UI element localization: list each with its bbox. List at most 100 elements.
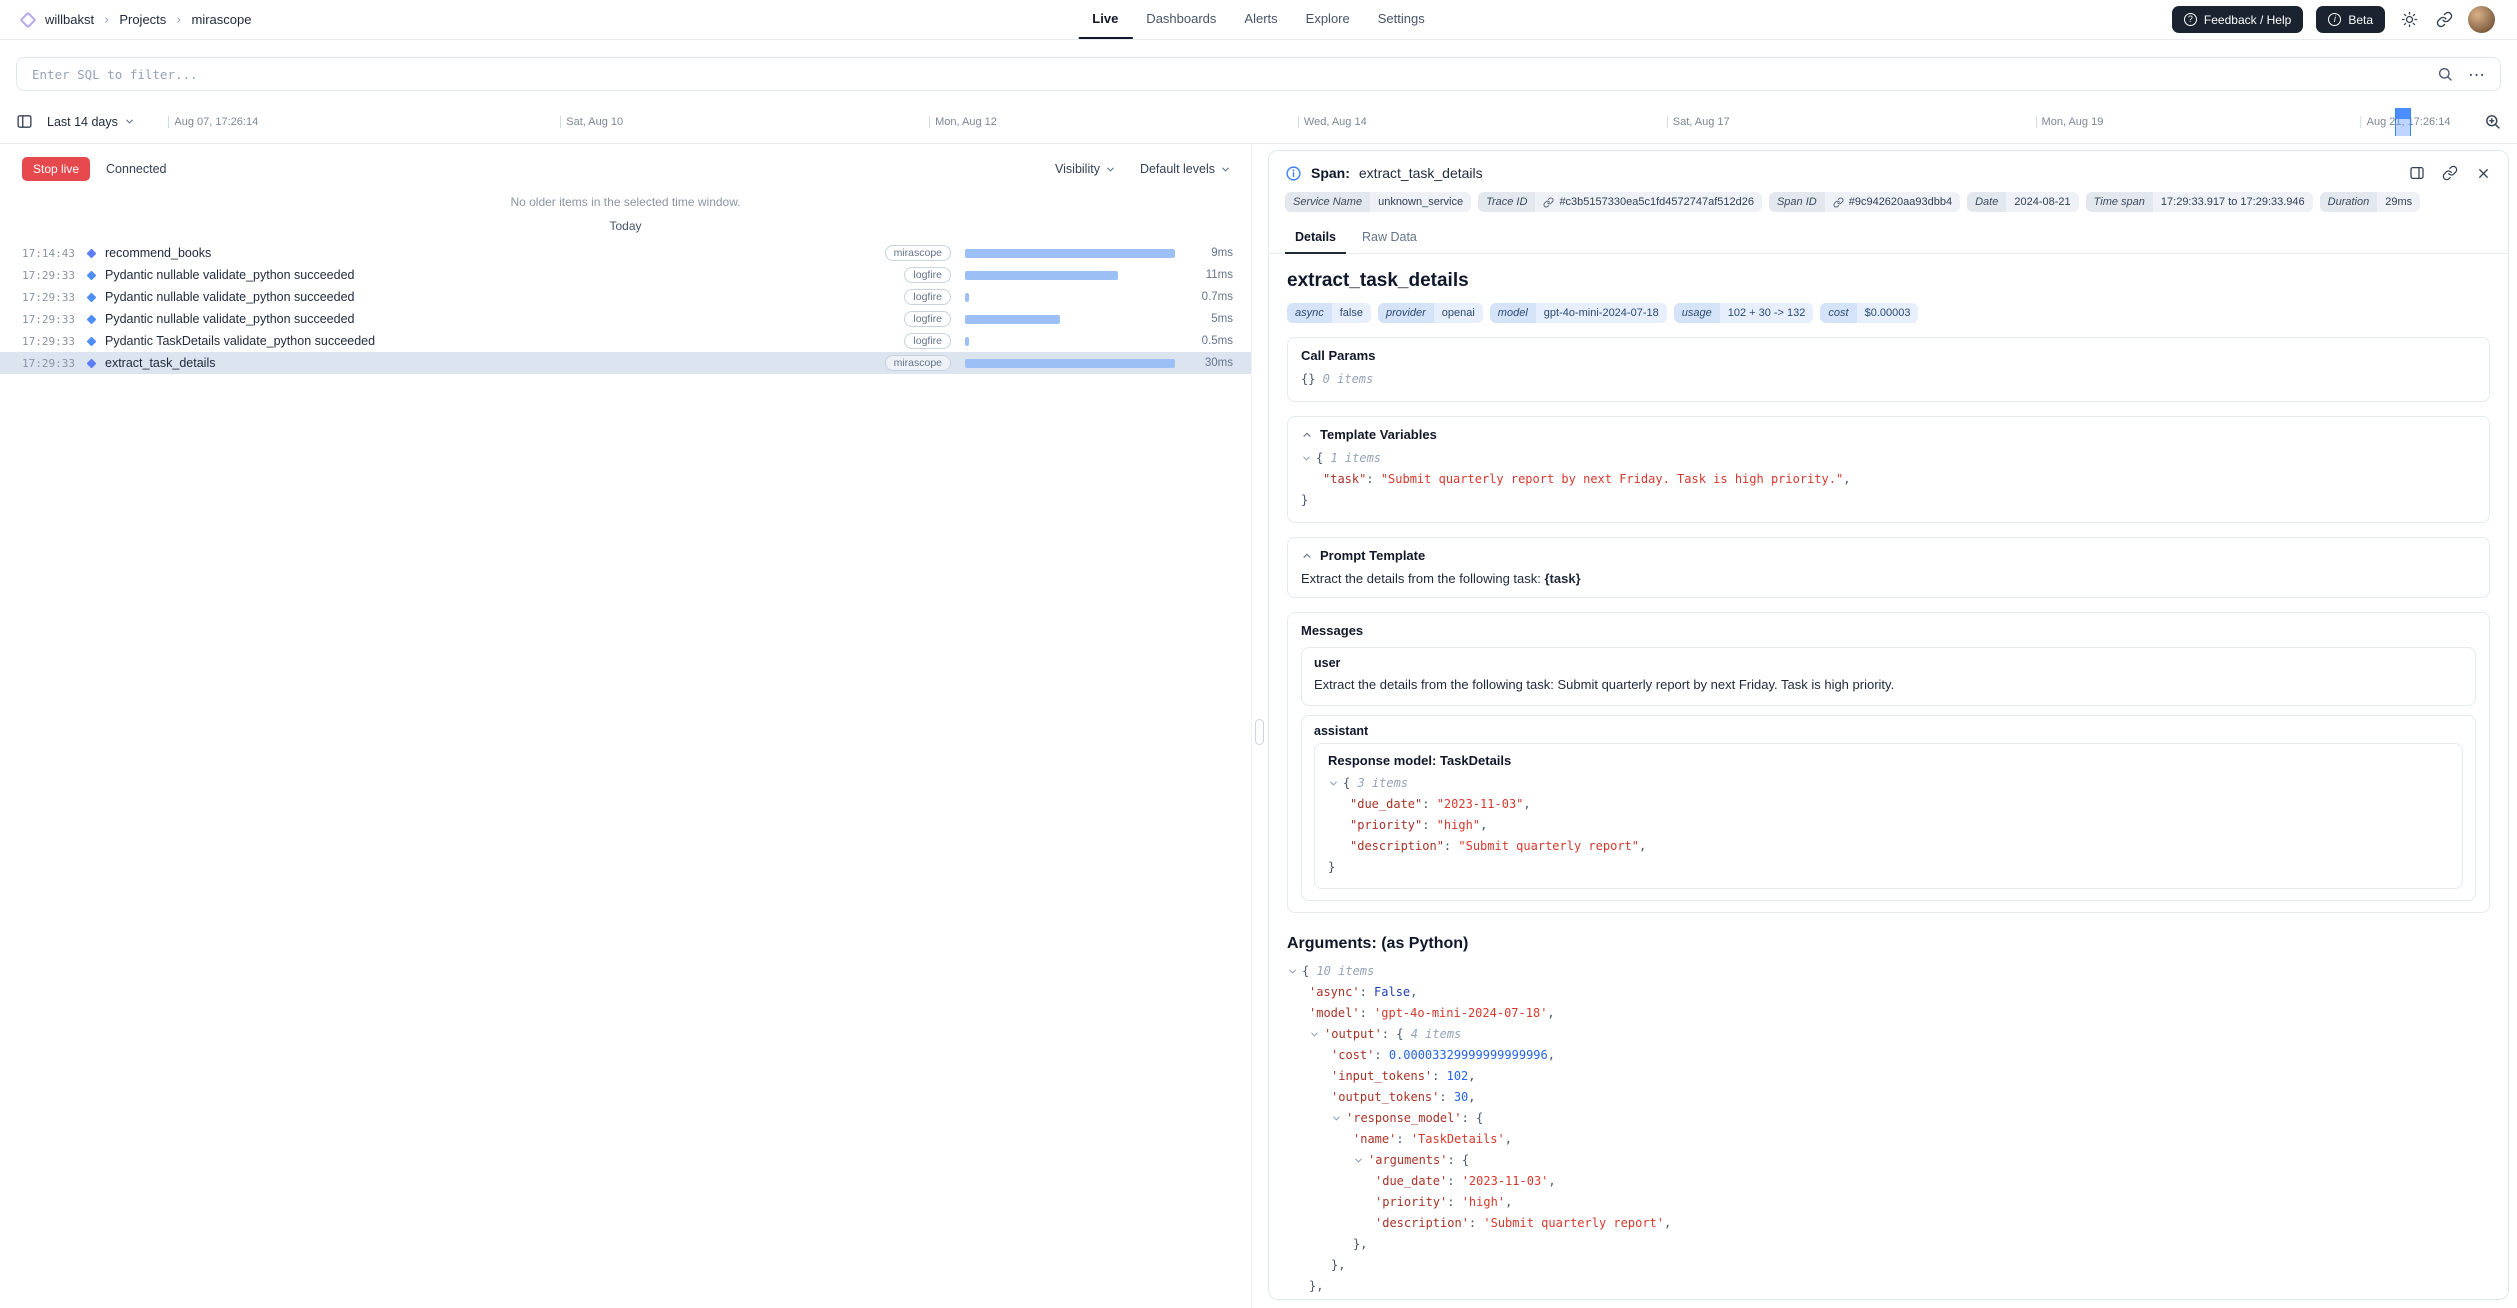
span-name: recommend_books — [105, 246, 211, 260]
tab-settings[interactable]: Settings — [1364, 0, 1439, 39]
tab-details[interactable]: Details — [1285, 221, 1346, 254]
sql-filter-field[interactable]: … — [16, 57, 2501, 91]
breadcrumb-project[interactable]: mirascope — [192, 12, 252, 27]
badge-label: provider — [1378, 303, 1434, 323]
template-variables-json: { 1 items"task": "Submit quarterly repor… — [1301, 448, 2476, 511]
badge[interactable]: modelgpt-4o-mini-2024-07-18 — [1490, 303, 1667, 323]
collapse-caret-icon[interactable] — [1287, 966, 1302, 977]
tab-explore[interactable]: Explore — [1292, 0, 1364, 39]
code-line: 'input_tokens': 102, — [1287, 1066, 2490, 1087]
detail-tabs: Details Raw Data — [1269, 221, 2508, 254]
tab-alerts[interactable]: Alerts — [1230, 0, 1291, 39]
tab-live[interactable]: Live — [1078, 0, 1132, 39]
span-title: extract_task_details — [1287, 270, 2490, 292]
collapse-caret-icon[interactable] — [1328, 778, 1343, 789]
span-name: Pydantic TaskDetails validate_python suc… — [105, 334, 375, 348]
code-line: }, — [1287, 1276, 2490, 1297]
close-button[interactable] — [2474, 164, 2492, 182]
share-link-button[interactable] — [2433, 9, 2455, 31]
breadcrumb-projects[interactable]: Projects — [119, 12, 166, 27]
more-options-icon[interactable]: … — [2468, 71, 2485, 77]
list-item[interactable]: 17:29:33Pydantic nullable validate_pytho… — [0, 286, 1251, 308]
list-item[interactable]: 17:14:43recommend_booksmirascope9ms — [0, 242, 1251, 264]
template-variables-header[interactable]: Template Variables — [1301, 427, 2476, 442]
badge-value: #9c942620aa93dbb4 — [1825, 192, 1960, 212]
duration-label: 0.5ms — [1175, 335, 1233, 347]
badge-label: model — [1490, 303, 1536, 323]
badge[interactable]: Span ID#9c942620aa93dbb4 — [1769, 192, 1960, 212]
template-variables-section: Template Variables { 1 items"task": "Sub… — [1287, 416, 2490, 523]
call-params-title: Call Params — [1301, 348, 2476, 363]
span-name: extract_task_details — [105, 356, 215, 370]
timeline-bar: Last 14 days Aug 07, 17:26:14Sat, Aug 10… — [0, 100, 2517, 144]
sidebar-toggle-icon[interactable] — [16, 113, 33, 130]
level-icon — [87, 270, 97, 280]
duration-bar — [965, 337, 1175, 346]
timeline-tick: Wed, Aug 14 — [1298, 116, 1367, 128]
collapse-caret-icon[interactable] — [1301, 453, 1316, 464]
time-range-select[interactable]: Last 14 days — [47, 115, 135, 129]
prompt-template-header[interactable]: Prompt Template — [1301, 548, 2476, 563]
badge[interactable]: asyncfalse — [1287, 303, 1371, 323]
code-line: 'cost': 0.00003329999999999996, — [1287, 1045, 2490, 1066]
panel-divider — [1252, 144, 1268, 1308]
tab-raw-data[interactable]: Raw Data — [1352, 221, 1427, 254]
code-line: { 3 items — [1328, 773, 2449, 794]
user-message-text: Extract the details from the following t… — [1314, 675, 2463, 694]
badge[interactable]: Duration29ms — [2320, 192, 2420, 212]
beta-label: Beta — [2348, 13, 2373, 27]
sql-filter-input[interactable] — [32, 67, 2422, 82]
arguments-title: Arguments: (as Python) — [1287, 935, 2490, 953]
open-panel-button[interactable] — [2408, 164, 2426, 182]
link-icon — [2436, 11, 2453, 28]
tab-dashboards[interactable]: Dashboards — [1132, 0, 1230, 39]
tag-pill: logfire — [904, 333, 951, 349]
badge[interactable]: cost$0.00003 — [1820, 303, 1918, 323]
span-name: Pydantic nullable validate_python succee… — [105, 312, 354, 326]
list-item[interactable]: 17:29:33extract_task_detailsmirascope30m… — [0, 352, 1251, 374]
code-line: 'output_tokens': 30, — [1287, 1087, 2490, 1108]
badge[interactable]: Date2024-08-21 — [1967, 192, 2079, 212]
badge-value: $0.00003 — [1857, 303, 1919, 323]
badge-label: usage — [1674, 303, 1720, 323]
code-line: "due_date": "2023-11-03", — [1328, 794, 2449, 815]
call-params-section: Call Params {} 0 items — [1287, 337, 2490, 402]
zoom-icon[interactable] — [2484, 113, 2501, 130]
breadcrumb-org[interactable]: willbakst — [45, 12, 94, 27]
copy-link-button[interactable] — [2441, 164, 2459, 182]
collapse-caret-icon[interactable] — [1331, 1113, 1346, 1124]
live-feed-panel: Stop live Connected Visibility Default l… — [0, 144, 1252, 1308]
timeline-tick: Sat, Aug 10 — [560, 116, 623, 128]
badge[interactable]: Trace ID#c3b5157330ea5c1fd4572747af512d2… — [1478, 192, 1762, 212]
badge[interactable]: Time span17:29:33.917 to 17:29:33.946 — [2086, 192, 2313, 212]
timeline-selection[interactable] — [2395, 108, 2411, 136]
badge[interactable]: usage102 + 30 -> 132 — [1674, 303, 1814, 323]
feedback-help-button[interactable]: Feedback / Help — [2172, 6, 2303, 33]
collapse-caret-icon[interactable] — [1309, 1029, 1324, 1040]
default-levels-dropdown[interactable]: Default levels — [1140, 162, 1231, 176]
resize-handle[interactable] — [1255, 719, 1264, 745]
list-item[interactable]: 17:29:33 Pydantic nullable validate_pytho… — [0, 308, 1251, 330]
level-icon — [87, 336, 97, 346]
search-icon[interactable] — [2437, 66, 2453, 82]
timeline-track[interactable]: Aug 07, 17:26:14Sat, Aug 10Mon, Aug 12We… — [157, 107, 2462, 137]
collapse-caret-icon[interactable] — [1353, 1155, 1368, 1166]
day-divider: Today — [0, 219, 1251, 233]
badge[interactable]: Service Nameunknown_service — [1285, 192, 1471, 212]
theme-toggle-button[interactable] — [2398, 9, 2420, 31]
beta-badge[interactable]: Beta — [2316, 6, 2385, 33]
span-meta-badges: Service Nameunknown_service Trace ID#c3b5… — [1269, 188, 2508, 212]
row-timestamp: 17:29:33 — [22, 313, 86, 326]
visibility-dropdown[interactable]: Visibility — [1055, 162, 1116, 176]
code-line: "description": "Submit quarterly report"… — [1328, 836, 2449, 857]
badge[interactable]: provideropenai — [1378, 303, 1483, 323]
list-item[interactable]: 17:29:33Pydantic TaskDetails validate_py… — [0, 330, 1251, 352]
org-logo-icon[interactable] — [20, 11, 37, 28]
avatar[interactable] — [2468, 6, 2495, 33]
list-item[interactable]: 17:29:33Pydantic nullable validate_pytho… — [0, 264, 1251, 286]
timeline-tick: Mon, Aug 19 — [2036, 116, 2104, 128]
badge-label: Time span — [2086, 192, 2153, 212]
code-line: 'output': { 4 items — [1287, 1024, 2490, 1045]
stop-live-button[interactable]: Stop live — [22, 157, 90, 181]
prompt-template-text: Extract the details from the following t… — [1301, 571, 2476, 586]
